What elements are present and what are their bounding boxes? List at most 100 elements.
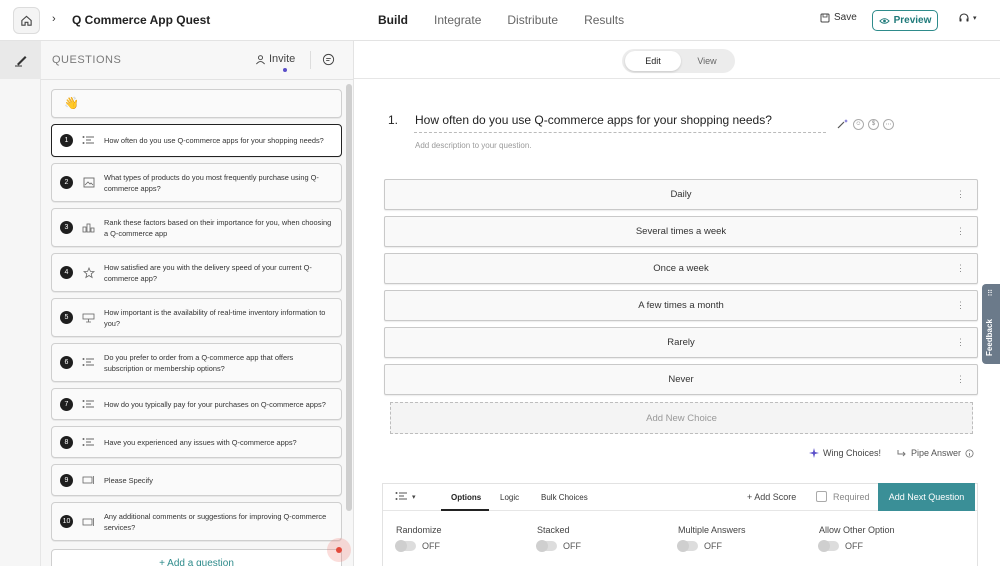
- mode-edit[interactable]: Edit: [625, 51, 681, 71]
- feedback-tab[interactable]: ⠿ Feedback: [982, 284, 1000, 364]
- nav-tabs: Build Integrate Distribute Results: [378, 13, 650, 27]
- comments-icon[interactable]: [322, 53, 335, 71]
- toggle-state: OFF: [563, 541, 581, 551]
- choice-item[interactable]: Once a week ⋮: [384, 253, 978, 284]
- checkbox[interactable]: [816, 491, 827, 502]
- question-item-4[interactable]: 4 How satisfied are you with the deliver…: [51, 253, 342, 292]
- description-input[interactable]: Add description to your question.: [415, 141, 532, 150]
- tab-logic[interactable]: Logic: [500, 493, 519, 502]
- scale-icon: [82, 312, 95, 324]
- question-item-5[interactable]: 5 How important is the availability of r…: [51, 298, 342, 337]
- choice-item[interactable]: Several times a week ⋮: [384, 216, 978, 247]
- pipe-answer-button[interactable]: Pipe Answer: [897, 448, 974, 458]
- question-number-badge: 7: [60, 397, 73, 411]
- choice-item[interactable]: Never ⋮: [384, 364, 978, 395]
- drag-handle-icon[interactable]: ⋮: [956, 226, 965, 237]
- more-options-icon[interactable]: ⋯: [883, 118, 894, 130]
- stacked-toggle[interactable]: OFF: [536, 540, 581, 552]
- question-type-selector[interactable]: ▾: [395, 491, 416, 502]
- drag-handle-icon[interactable]: ⋮: [956, 189, 965, 200]
- choice-label: A few times a month: [638, 300, 724, 311]
- question-item-9[interactable]: 9 Please Specify: [51, 464, 342, 496]
- multiple-choice-icon: [82, 135, 95, 147]
- drag-handle-icon[interactable]: ⋮: [956, 300, 965, 311]
- emoji-icon[interactable]: ☺: [853, 118, 864, 130]
- info-icon: [965, 448, 974, 458]
- left-rail: [0, 41, 41, 566]
- invite-button[interactable]: Invite: [255, 53, 295, 65]
- save-button[interactable]: Save: [820, 12, 857, 23]
- question-item-2[interactable]: 2 What types of products do you most fre…: [51, 163, 342, 202]
- dollar-icon[interactable]: $: [868, 118, 879, 130]
- add-question-button[interactable]: + Add a question: [51, 549, 342, 566]
- sparkle-icon: [809, 448, 819, 458]
- text-input-icon: [82, 474, 95, 486]
- question-number-badge: 8: [60, 435, 73, 449]
- choice-item[interactable]: A few times a month ⋮: [384, 290, 978, 321]
- record-indicator[interactable]: [327, 538, 351, 562]
- wing-choices-button[interactable]: Wing Choices!: [809, 448, 881, 458]
- choices-list: Daily ⋮ Several times a week ⋮ Once a week…: [384, 179, 978, 401]
- multiple-choice-icon: [82, 357, 95, 369]
- question-number-badge: 10: [60, 515, 73, 528]
- question-number-badge: 9: [60, 473, 73, 487]
- record-dot-icon: [336, 547, 342, 553]
- question-text: Rank these factors based on their import…: [104, 217, 332, 238]
- drag-handle-icon[interactable]: ⋮: [956, 374, 965, 385]
- question-title-input[interactable]: How often do you use Q-commerce apps for…: [415, 113, 772, 127]
- tab-integrate[interactable]: Integrate: [434, 13, 481, 27]
- choice-item[interactable]: Daily ⋮: [384, 179, 978, 210]
- question-number-badge: 2: [60, 176, 73, 189]
- invite-label: Invite: [269, 53, 296, 65]
- add-next-question-button[interactable]: Add Next Question: [878, 483, 975, 511]
- question-item-6[interactable]: 6 Do you prefer to order from a Q-commer…: [51, 343, 342, 382]
- grid-dots-icon: ⠿: [987, 289, 993, 298]
- tab-results[interactable]: Results: [584, 13, 624, 27]
- feedback-label: Feedback: [985, 319, 994, 356]
- choice-item[interactable]: Rarely ⋮: [384, 327, 978, 358]
- question-tools: ☺ $ ⋯: [836, 118, 894, 130]
- question-item-3[interactable]: 3 Rank these factors based on their impo…: [51, 208, 342, 247]
- toggle-state: OFF: [422, 541, 440, 551]
- chevron-right-icon: ›: [52, 13, 56, 25]
- questions-scrollbar[interactable]: [346, 84, 352, 511]
- settings-tabs: ▾ Options Logic Bulk Choices + Add Score…: [383, 483, 977, 511]
- multiple-answers-toggle[interactable]: OFF: [677, 540, 722, 552]
- active-tab-indicator: [441, 509, 489, 511]
- required-label: Required: [833, 491, 870, 502]
- randomize-toggle[interactable]: OFF: [395, 540, 440, 552]
- question-text: What types of products do you most frequ…: [104, 172, 319, 193]
- drag-handle-icon[interactable]: ⋮: [956, 263, 965, 274]
- tab-bulk-choices[interactable]: Bulk Choices: [541, 493, 588, 502]
- required-checkbox[interactable]: Required: [816, 491, 870, 502]
- magic-wand-icon[interactable]: [836, 118, 849, 130]
- welcome-screen-item[interactable]: 👋: [51, 89, 342, 118]
- question-title-underline: [414, 132, 826, 133]
- mode-view[interactable]: View: [679, 51, 735, 71]
- edit-view-toggle: Edit View: [622, 49, 735, 73]
- question-item-7[interactable]: 7 How do you typically pay for your purc…: [51, 388, 342, 420]
- question-text: Any additional comments or suggestions f…: [104, 511, 327, 532]
- question-item-8[interactable]: 8 Have you experienced any issues with Q…: [51, 426, 342, 458]
- drag-handle-icon[interactable]: ⋮: [956, 337, 965, 348]
- chevron-down-icon: ▾: [973, 15, 977, 22]
- question-number-badge: 6: [60, 356, 73, 369]
- tab-options[interactable]: Options: [451, 493, 481, 502]
- tab-build[interactable]: Build: [378, 13, 408, 27]
- question-item-10[interactable]: 10 Any additional comments or suggestion…: [51, 502, 342, 541]
- allow-other-label: Allow Other Option: [819, 525, 895, 535]
- question-item-1[interactable]: 1 How often do you use Q-commerce apps f…: [51, 124, 342, 157]
- invite-icon: [256, 54, 265, 64]
- tab-distribute[interactable]: Distribute: [507, 13, 558, 27]
- add-choice-button[interactable]: Add New Choice: [390, 402, 973, 434]
- preview-button[interactable]: Preview: [872, 10, 938, 31]
- ranking-icon: [82, 222, 95, 234]
- randomize-label: Randomize: [396, 525, 442, 535]
- multiple-choice-icon: [82, 436, 95, 448]
- allow-other-toggle[interactable]: OFF: [818, 540, 863, 552]
- add-score-button[interactable]: + Add Score: [747, 492, 796, 502]
- home-button[interactable]: [13, 7, 40, 34]
- question-text: Please Specify: [104, 475, 153, 485]
- support-button[interactable]: ▾: [958, 12, 977, 24]
- rail-item-build[interactable]: [0, 41, 41, 79]
